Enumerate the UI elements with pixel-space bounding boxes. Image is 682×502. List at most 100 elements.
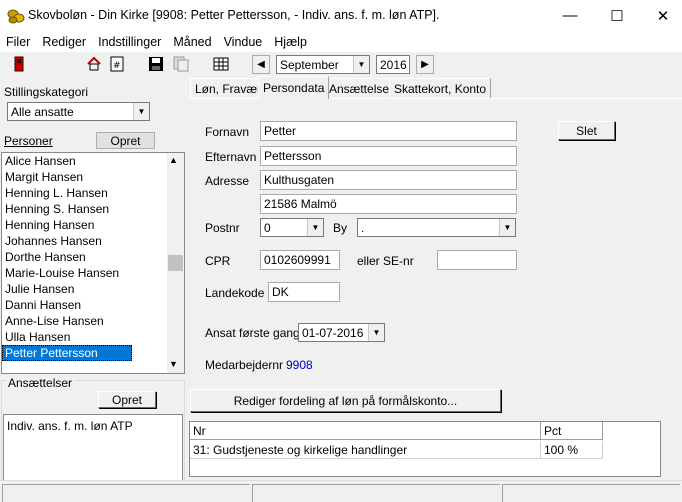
next-arrow-icon: ▶ xyxy=(421,59,429,70)
address-line1-field[interactable]: Kulthusgaten xyxy=(260,170,517,190)
column-header-pct[interactable]: Pct xyxy=(541,422,603,440)
window-title: Skovboløn - Din Kirke [9908: Petter Pett… xyxy=(28,8,440,22)
employment-item[interactable]: Indiv. ans. f. m. løn ATP xyxy=(7,419,179,433)
address-line2-field[interactable]: 21586 Malmö xyxy=(260,194,517,214)
list-item[interactable]: Danni Hansen xyxy=(2,297,184,313)
list-item[interactable]: Henning Hansen xyxy=(2,217,184,233)
postal-select[interactable]: 0 ▼ xyxy=(260,218,324,237)
hired-label: Ansat første gang xyxy=(205,326,300,340)
next-month-button[interactable]: ▶ xyxy=(416,55,434,74)
save-icon[interactable] xyxy=(147,55,165,73)
lastname-label: Efternavn xyxy=(205,150,257,164)
lastname-field[interactable]: Pettersson xyxy=(260,146,517,166)
scroll-down-icon[interactable]: ▼ xyxy=(169,359,178,369)
menu-rediger[interactable]: Rediger xyxy=(36,35,92,49)
month-select[interactable]: September ▼ xyxy=(276,55,370,74)
list-item[interactable]: Anne-Lise Hansen xyxy=(2,313,184,329)
postal-value: 0 xyxy=(264,220,271,235)
se-field[interactable] xyxy=(437,250,517,270)
list-item[interactable]: Petter Pettersson xyxy=(2,345,132,361)
table-icon[interactable] xyxy=(212,55,230,73)
status-pane-2 xyxy=(252,484,500,502)
tab-skattekort-label: Skattekort, Konto xyxy=(394,81,487,96)
document-number-icon[interactable]: # xyxy=(108,55,126,73)
chevron-down-icon: ▼ xyxy=(499,219,515,236)
empno-label: Medarbejdernr xyxy=(205,358,284,372)
distribution-table[interactable]: Nr Pct 31: Gudstjeneste og kirkelige han… xyxy=(189,421,661,477)
tab-lon-fravaer-label: Løn, Fravær xyxy=(195,81,262,96)
status-bar xyxy=(0,480,682,502)
category-select[interactable]: Alle ansatte ▼ xyxy=(7,102,150,121)
city-select[interactable]: . ▼ xyxy=(357,218,516,237)
menu-maaned[interactable]: Måned xyxy=(167,35,217,49)
menu-filer[interactable]: Filer xyxy=(0,35,36,49)
list-item[interactable]: Dorthe Hansen xyxy=(2,249,184,265)
list-item[interactable]: Henning L. Hansen xyxy=(2,185,184,201)
tab-skattekort-konto[interactable]: Skattekort, Konto xyxy=(389,78,492,98)
menu-vindue[interactable]: Vindue xyxy=(218,35,269,49)
create-person-button[interactable]: Opret xyxy=(96,132,155,149)
list-item[interactable]: Alice Hansen xyxy=(2,153,184,169)
scroll-up-icon[interactable]: ▲ xyxy=(169,155,178,165)
tab-persondata[interactable]: Persondata xyxy=(258,76,330,99)
edit-distribution-button[interactable]: Rediger fordeling af løn på formålskonto… xyxy=(190,389,501,412)
country-label: Landekode xyxy=(205,286,265,300)
cpr-field[interactable]: 0102609991 xyxy=(260,250,340,270)
menu-indstillinger[interactable]: Indstillinger xyxy=(92,35,167,49)
title-bar: Skovboløn - Din Kirke [9908: Petter Pett… xyxy=(0,0,682,31)
create-employment-label: Opret xyxy=(111,392,142,407)
delete-label: Slet xyxy=(576,123,597,138)
status-pane-3 xyxy=(502,484,680,502)
category-label: Stillingskategori xyxy=(4,85,89,99)
close-button[interactable]: ✕ xyxy=(640,0,682,31)
cell-pct[interactable]: 100 % xyxy=(541,441,603,459)
menu-hjaelp[interactable]: Hjælp xyxy=(268,35,313,49)
delete-button[interactable]: Slet xyxy=(558,121,615,140)
city-label: By xyxy=(333,221,348,235)
create-employment-button[interactable]: Opret xyxy=(98,391,156,408)
exit-icon[interactable] xyxy=(10,55,28,73)
list-item[interactable]: Johannes Hansen xyxy=(2,233,184,249)
create-person-label: Opret xyxy=(110,133,141,148)
minimize-button[interactable]: — xyxy=(547,0,593,31)
person-list[interactable]: Alice Hansen Margit Hansen Henning L. Hans… xyxy=(1,152,185,374)
empno-value: 9908 xyxy=(286,358,313,372)
chevron-down-icon: ▼ xyxy=(368,324,384,341)
maximize-button[interactable]: ☐ xyxy=(594,0,640,31)
toolbar: # ◀ September ▼ 2016 ▶ xyxy=(0,52,682,77)
list-item[interactable]: Ulla Hansen xyxy=(2,329,184,345)
list-item[interactable]: Julie Hansen xyxy=(2,281,184,297)
tab-ansaettelse-label: Ansættelse xyxy=(329,81,390,96)
print-preview-icon[interactable] xyxy=(172,55,190,73)
chevron-down-icon: ▼ xyxy=(353,56,369,73)
tab-ansaettelse[interactable]: Ansættelse xyxy=(324,78,395,98)
tab-lon-fravaer[interactable]: Løn, Fravær xyxy=(190,78,267,98)
address-label: Adresse xyxy=(205,174,250,188)
menu-bar: Filer Rediger Indstillinger Måned Vindue… xyxy=(0,31,682,52)
hired-date-picker[interactable]: 01-07-2016 ▼ xyxy=(298,323,385,342)
country-field[interactable]: DK xyxy=(268,282,340,302)
list-item[interactable]: Henning S. Hansen xyxy=(2,201,184,217)
maximize-icon: ☐ xyxy=(610,7,624,25)
firstname-field[interactable]: Petter xyxy=(260,121,517,141)
svg-text:#: # xyxy=(113,61,121,71)
scrollbar-thumb[interactable] xyxy=(168,255,183,271)
column-header-nr[interactable]: Nr xyxy=(190,422,541,440)
employments-label: Ansættelser xyxy=(6,376,75,390)
status-pane-1 xyxy=(2,484,250,502)
cell-account[interactable]: 31: Gudstjeneste og kirkelige handlinger xyxy=(190,441,541,459)
person-items: Alice Hansen Margit Hansen Henning L. Hans… xyxy=(2,153,184,361)
hired-value: 01-07-2016 xyxy=(302,325,364,340)
year-field[interactable]: 2016 xyxy=(376,55,410,74)
person-list-scrollbar[interactable]: ▲ ▼ xyxy=(167,153,184,373)
list-item[interactable]: Marie-Louise Hansen xyxy=(2,265,184,281)
category-value: Alle ansatte xyxy=(11,104,74,119)
prev-arrow-icon: ◀ xyxy=(257,59,265,70)
chevron-down-icon: ▼ xyxy=(133,103,149,120)
prev-month-button[interactable]: ◀ xyxy=(252,55,270,74)
edit-distribution-label: Rediger fordeling af løn på formålskonto… xyxy=(233,393,458,408)
year-value: 2016 xyxy=(380,57,407,72)
list-item[interactable]: Margit Hansen xyxy=(2,169,184,185)
home-arrow-icon[interactable] xyxy=(85,55,103,73)
minimize-icon: — xyxy=(562,7,578,24)
